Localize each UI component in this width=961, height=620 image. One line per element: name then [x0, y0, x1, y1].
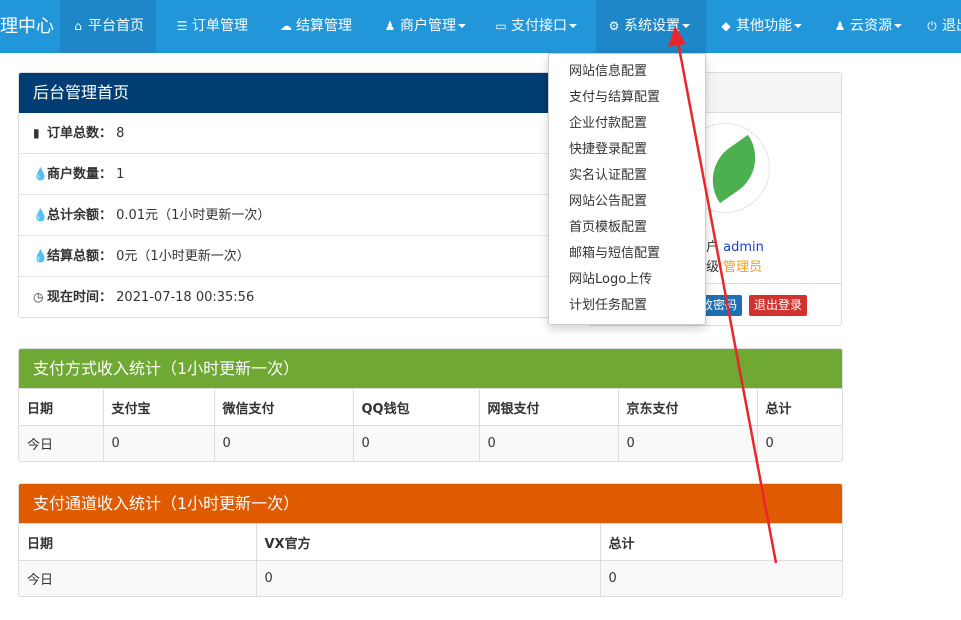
arrow-head-icon	[668, 26, 686, 47]
annotation-arrow	[668, 26, 778, 564]
arrow-shaft	[676, 41, 778, 564]
